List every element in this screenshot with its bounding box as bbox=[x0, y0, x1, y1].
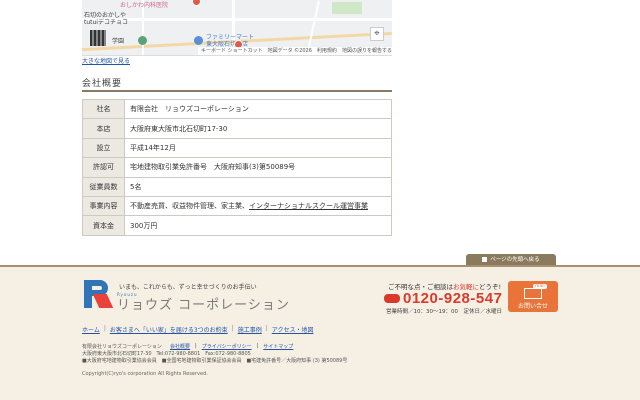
row-label: 社名 bbox=[82, 98, 125, 120]
table-row: 従業員数 5名 bbox=[82, 176, 392, 197]
page-top-label: ページの先頭へ戻る bbox=[490, 257, 540, 263]
row-value: 300万円 bbox=[124, 215, 392, 236]
my-location-icon[interactable]: ⌖ bbox=[370, 27, 384, 41]
footer-link-sitemap[interactable]: サイトマップ bbox=[263, 343, 293, 350]
keyboard-shortcuts-link[interactable]: キーボード ショートカット bbox=[201, 47, 263, 55]
row-label: 資本金 bbox=[82, 215, 125, 236]
report-error-link[interactable]: 地図の誤りを報告する bbox=[342, 47, 392, 55]
brand-en: Ryouzu bbox=[117, 292, 138, 297]
map-poi-label: 学園 bbox=[112, 38, 125, 45]
footer-company-name: 有限会社リョウズコーポレーション bbox=[82, 344, 162, 350]
store-icon bbox=[194, 36, 203, 45]
table-row: 設立 平成14年12月 bbox=[82, 137, 392, 159]
footer-tagline: いまも、これからも、ずっと幸せづくりのお手伝い bbox=[119, 284, 257, 291]
business-text: 不動産売買、収益物件管理、家主業、 bbox=[130, 202, 249, 211]
map-park bbox=[332, 2, 362, 14]
row-value: 有限会社 リョウズコーポレーション bbox=[124, 98, 392, 120]
brand-name: リョウズ コーポレーション bbox=[117, 298, 290, 313]
google-map[interactable]: おしかわ内科医院 石切のおかしや tutuiデコチョコ 学園 ファミリーマート … bbox=[82, 0, 392, 56]
footer-nav-works[interactable]: 施工事例 bbox=[238, 325, 262, 334]
map-attribution: キーボード ショートカット 地図データ ©2026 利用規約 地図の誤りを報告す… bbox=[198, 47, 392, 55]
envelope-icon: mail bbox=[524, 284, 547, 299]
map-data-credit: 地図データ ©2026 bbox=[267, 48, 312, 54]
larger-map-link[interactable]: 大きな地図で見る bbox=[82, 56, 130, 65]
business-hours: 営業時間／10：30～19：00 定休日／水曜日 bbox=[386, 309, 502, 315]
copyright: Copyright(C)ryo's corporation All Rights… bbox=[82, 371, 208, 377]
international-school-link[interactable]: インターナショナルスクール運営事業 bbox=[249, 202, 368, 210]
company-info-table: 社名 有限会社 リョウズコーポレーション 本店 大阪府東大阪市北石切町17-30… bbox=[82, 98, 392, 236]
freedial-icon bbox=[384, 294, 400, 303]
terms-link[interactable]: 利用規約 bbox=[317, 47, 337, 55]
row-value: 5名 bbox=[124, 176, 392, 197]
map-location-pin-icon[interactable] bbox=[192, 0, 201, 6]
row-value: 不動産売買、収益物件管理、家主業、インターナショナルスクール運営事業 bbox=[124, 195, 392, 217]
footer-brand[interactable]: Ryouzu リョウズ コーポレーション bbox=[117, 292, 290, 313]
row-label: 事業内容 bbox=[82, 195, 125, 217]
footer-nav-home[interactable]: ホーム bbox=[82, 325, 100, 334]
table-row: 許認可 宅地建物取引業免許番号 大阪府知事(3)第50089号 bbox=[82, 157, 392, 178]
row-label: 設立 bbox=[82, 137, 125, 159]
section-divider bbox=[82, 90, 392, 92]
mail-tag: mail bbox=[533, 284, 547, 289]
map-road bbox=[82, 18, 392, 21]
row-label: 従業員数 bbox=[82, 176, 125, 197]
freedial-phone[interactable]: 0120-928-547 bbox=[384, 290, 502, 307]
footer-nav-access[interactable]: アクセス・地図 bbox=[272, 325, 314, 334]
footer-address: 大阪府東大阪市北石切町17-30 Tel:072-980-8801 Fax:07… bbox=[82, 351, 251, 357]
mail-button-label: お問い合せ bbox=[517, 303, 548, 310]
arrow-up-icon bbox=[482, 257, 488, 262]
row-value: 大阪府東大阪市北石切町17-30 bbox=[124, 118, 392, 139]
phone-number: 0120-928-547 bbox=[403, 290, 503, 307]
footer-nav-promise[interactable]: お客さまへ「いい家」を届ける3つのお約束 bbox=[110, 325, 228, 334]
table-row: 資本金 300万円 bbox=[82, 215, 392, 236]
footer-nav: ホーム | お客さまへ「いい家」を届ける3つのお約束 | 施工事例 | アクセス・地図 bbox=[82, 325, 314, 334]
row-value: 平成14年12月 bbox=[124, 137, 392, 159]
table-row: 事業内容 不動産売買、収益物件管理、家主業、インターナショナルスクール運営事業 bbox=[82, 195, 392, 217]
row-label: 本店 bbox=[82, 118, 125, 139]
company-logo-icon[interactable] bbox=[84, 280, 114, 310]
contact-mail-button[interactable]: mail お問い合せ bbox=[508, 281, 558, 312]
row-value: 宅地建物取引業免許番号 大阪府知事(3)第50089号 bbox=[124, 157, 392, 178]
footer-link-privacy[interactable]: プライバシーポリシー bbox=[202, 343, 252, 350]
map-poi-label: おしかわ内科医院 bbox=[120, 2, 169, 9]
footer-sub-links: 会社概要 | プライバシーポリシー | サイトマップ bbox=[170, 343, 294, 350]
school-icon bbox=[138, 36, 147, 45]
footer-link-company[interactable]: 会社概要 bbox=[170, 343, 190, 350]
map-poi-label: tutuiデコチョコ bbox=[84, 19, 128, 26]
footer-memberships: ■大阪府宅地建物取引業協会会員 ■全国宅地建物取引業保証協会会員 ■宅建免許番号… bbox=[82, 358, 348, 364]
map-poi-thumbnail bbox=[90, 30, 106, 46]
table-row: 社名 有限会社 リョウズコーポレーション bbox=[82, 98, 392, 120]
section-title: 会社概要 bbox=[82, 79, 123, 89]
row-label: 許認可 bbox=[82, 157, 125, 178]
table-row: 本店 大阪府東大阪市北石切町17-30 bbox=[82, 118, 392, 139]
